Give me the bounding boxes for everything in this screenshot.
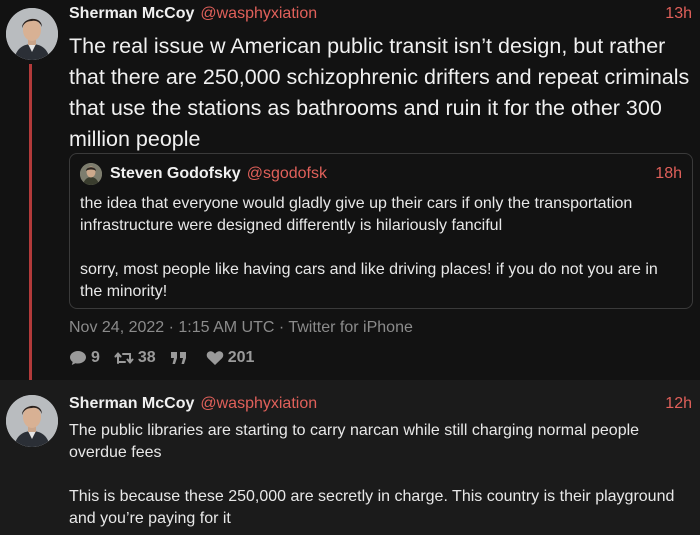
quote-author-handle: @sgodofsk (246, 165, 327, 182)
tweet-text: The real issue w American public transit… (69, 34, 690, 151)
heart-icon (206, 351, 223, 365)
like-button[interactable]: 201 (206, 349, 255, 367)
tweet-text: The public libraries are starting to car… (69, 420, 689, 530)
quote-header: Steven Godofsky @sgodofsk 18h (110, 164, 682, 184)
author-name[interactable]: Sherman McCoy (69, 395, 194, 412)
quote-button[interactable] (170, 350, 192, 366)
quote-text: the idea that everyone would gladly give… (80, 193, 680, 303)
thread-line (29, 64, 32, 386)
author-handle[interactable]: @wasphyxiation (200, 5, 317, 22)
quote-author-name: Steven Godofsky (110, 165, 241, 182)
reply-count: 9 (91, 349, 100, 366)
like-count: 201 (227, 349, 255, 366)
tweet-meta[interactable]: Nov 24, 2022 · 1:15 AM UTC · Twitter for… (69, 318, 413, 338)
tweet-paragraph: The public libraries are starting to car… (69, 422, 640, 461)
author-handle[interactable]: @wasphyxiation (200, 395, 317, 412)
retweet-count: 38 (137, 349, 156, 366)
retweet-button[interactable]: 38 (114, 349, 156, 367)
reply-button[interactable]: 9 (69, 349, 100, 367)
quote-time: 18h (655, 165, 682, 182)
quote-paragraph: sorry, most people like having cars and … (80, 261, 658, 300)
avatar[interactable] (6, 395, 58, 447)
tweet-actions: 9 38 201 (69, 348, 268, 368)
tweet-paragraph: This is because these 250,000 are secret… (69, 488, 675, 527)
quote-paragraph: the idea that everyone would gladly give… (80, 195, 633, 234)
comment-icon (70, 351, 86, 365)
avatar[interactable] (6, 8, 58, 60)
tweet-time[interactable]: 13h (665, 4, 692, 24)
quote-icon (170, 352, 186, 364)
tweet-reply: Sherman McCoy @wasphyxiation 12h The publ… (0, 380, 700, 535)
tweet-header: Sherman McCoy @wasphyxiation 13h (69, 4, 692, 24)
author-name[interactable]: Sherman McCoy (69, 5, 194, 22)
retweet-icon (114, 352, 134, 364)
tweet-header: Sherman McCoy @wasphyxiation 12h (69, 394, 692, 414)
tweet-time[interactable]: 12h (665, 394, 692, 414)
tweet-main: Sherman McCoy @wasphyxiation 13h The real… (0, 0, 700, 386)
quoted-tweet[interactable]: Steven Godofsky @sgodofsk 18h the idea th… (69, 153, 693, 309)
quote-avatar (80, 163, 102, 185)
